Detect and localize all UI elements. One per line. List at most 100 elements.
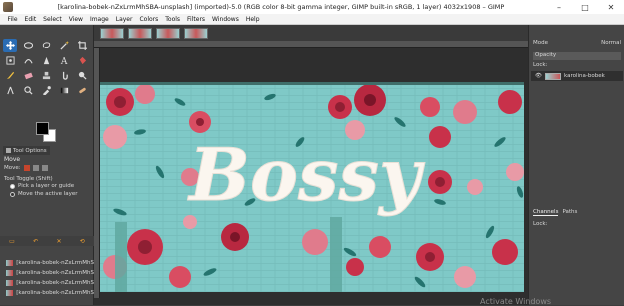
svg-text:A: A — [60, 57, 68, 65]
list-item[interactable]: [karolina-bobek-nZxLrmMhS — [0, 288, 94, 298]
eraser-icon — [24, 72, 33, 80]
save-options-icon[interactable]: ▭ — [9, 238, 15, 245]
compass-icon — [6, 86, 14, 95]
restore-options-icon[interactable]: ↶ — [33, 238, 38, 245]
transform-icon — [5, 56, 15, 65]
heal-tool[interactable] — [75, 84, 89, 97]
fuzzy-select-tool[interactable] — [57, 39, 71, 52]
reset-options-icon[interactable]: ⟲ — [80, 238, 85, 245]
lock-label: Lock: — [533, 62, 548, 68]
measure-tool[interactable] — [3, 84, 17, 97]
image-thumbnail — [6, 290, 14, 296]
menu-image[interactable]: Image — [86, 16, 112, 23]
radio-pick-layer[interactable] — [10, 183, 15, 189]
zoom-tool[interactable] — [21, 84, 35, 97]
radio-move-active[interactable] — [10, 191, 15, 197]
list-item[interactable]: [karolina-bobek-nZxLrmMhS — [0, 278, 94, 288]
warp-icon — [23, 59, 33, 64]
ellipse-select-tool[interactable] — [21, 39, 35, 52]
text-tool[interactable]: A — [57, 54, 71, 67]
right-dock-tabs: Channels Paths — [533, 209, 577, 216]
image-canvas[interactable]: Bossy — [100, 82, 524, 292]
stamp-icon — [42, 71, 50, 80]
image-name: [karolina-bobek-nZxLrmMhS — [16, 290, 94, 296]
list-item[interactable]: [karolina-bobek-nZxLrmMhS — [0, 268, 94, 278]
image-tab[interactable] — [128, 27, 152, 39]
tool-options-tab-label: Tool Options — [13, 147, 47, 154]
menu-view[interactable]: View — [65, 16, 86, 23]
paintbrush-tool[interactable] — [3, 69, 17, 82]
dodge-burn-tool[interactable] — [75, 69, 89, 82]
foreground-color-swatch[interactable] — [36, 122, 49, 135]
menu-edit[interactable]: Edit — [21, 16, 40, 23]
move-path-mode-button[interactable] — [41, 165, 48, 171]
channels-lock-label: Lock: — [533, 221, 548, 227]
menu-file[interactable]: File — [4, 16, 21, 23]
right-dock: Mode Normal Opacity Lock: 👁 karolina-bob… — [528, 25, 624, 305]
smudge-tool[interactable] — [57, 69, 71, 82]
menu-bar: File Edit Select View Image Layer Colors… — [0, 14, 624, 25]
free-select-tool[interactable] — [39, 39, 53, 52]
clone-tool[interactable] — [39, 69, 53, 82]
mode-row: Mode Normal — [533, 40, 621, 46]
layer-thumbnail — [544, 72, 561, 80]
menu-tools[interactable]: Tools — [162, 16, 184, 23]
eraser-tool[interactable] — [21, 69, 35, 82]
bucket-fill-tool[interactable] — [75, 54, 89, 67]
image-tab[interactable] — [156, 27, 180, 39]
image-name: [karolina-bobek-nZxLrmMhS — [16, 280, 94, 286]
gradient-tool[interactable] — [57, 84, 71, 97]
mode-label: Mode — [533, 40, 548, 46]
radio-move-active-row[interactable]: Move the active layer — [10, 191, 78, 197]
tab-channels[interactable]: Channels — [533, 209, 559, 216]
opacity-slider[interactable]: Opacity — [533, 52, 621, 60]
image-tab[interactable] — [100, 27, 124, 39]
image-thumbnail — [6, 260, 14, 266]
move-mode-label: Move: — [4, 165, 21, 171]
unified-transform-tool[interactable] — [3, 54, 17, 67]
tab-paths[interactable]: Paths — [562, 209, 577, 216]
gimp-app-icon — [3, 2, 13, 12]
color-picker-tool[interactable] — [39, 84, 53, 97]
warp-tool[interactable] — [21, 54, 35, 67]
bandage-icon — [78, 87, 86, 94]
paths-tool[interactable] — [39, 54, 53, 67]
delete-options-icon[interactable]: ✕ — [56, 238, 61, 245]
crop-tool[interactable] — [75, 39, 89, 52]
menu-windows[interactable]: Windows — [209, 16, 243, 23]
eyedropper-icon — [42, 86, 51, 95]
fg-bg-colors[interactable] — [36, 122, 60, 146]
radio-pick-layer-row[interactable]: Pick a layer or guide — [10, 183, 74, 189]
images-list: [karolina-bobek-nZxLrmMhS [karolina-bobe… — [0, 258, 94, 298]
eye-icon[interactable]: 👁 — [535, 73, 542, 79]
dodge-icon — [78, 71, 87, 80]
tool-options-tab-icon — [6, 148, 11, 153]
move-layer-mode-button[interactable] — [23, 165, 30, 171]
move-tool[interactable] — [3, 39, 17, 52]
finger-icon — [62, 71, 68, 80]
menu-help[interactable]: Help — [242, 16, 263, 23]
menu-filters[interactable]: Filters — [184, 16, 209, 23]
menu-layer[interactable]: Layer — [112, 16, 136, 23]
toolbox: A — [3, 39, 91, 99]
mode-select[interactable]: Normal — [601, 40, 621, 46]
wand-icon — [59, 41, 69, 50]
move-selection-mode-button[interactable] — [32, 165, 39, 171]
list-item[interactable]: [karolina-bobek-nZxLrmMhS — [0, 258, 94, 268]
image-tab[interactable] — [184, 27, 208, 39]
zoom-icon — [23, 86, 33, 95]
maximize-button[interactable]: □ — [572, 0, 598, 14]
tab-tool-options[interactable]: Tool Options — [3, 146, 50, 155]
menu-colors[interactable]: Colors — [136, 16, 162, 23]
close-button[interactable]: ✕ — [598, 0, 624, 14]
minimize-button[interactable]: – — [546, 0, 572, 14]
mural-image: Bossy — [100, 82, 524, 292]
layer-row[interactable]: 👁 karolina-bobek — [531, 71, 623, 81]
lasso-icon — [42, 42, 50, 49]
horizontal-ruler[interactable] — [94, 41, 528, 48]
tool-options-title: Move — [4, 156, 21, 163]
ellipse-select-icon — [23, 42, 33, 49]
left-dock: A Tool Options Move Move: Tool Toggle (S… — [0, 25, 94, 305]
menu-select[interactable]: Select — [40, 16, 66, 23]
move-mode-row: Move: — [4, 165, 48, 171]
